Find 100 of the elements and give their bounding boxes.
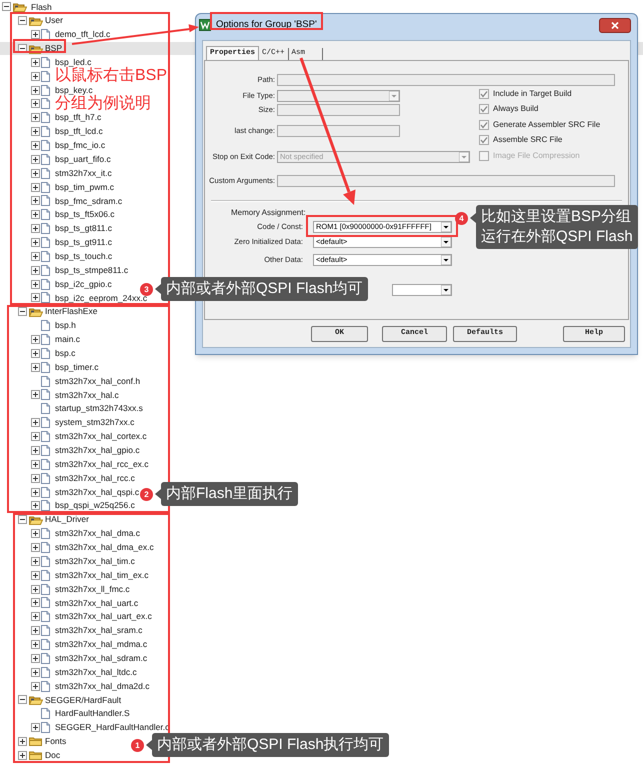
- expand-toggle[interactable]: [31, 348, 40, 358]
- file-name[interactable]: stm32h7xx_hal_sdram.c: [55, 652, 148, 665]
- expand-toggle[interactable]: [31, 210, 40, 220]
- collapse-toggle[interactable]: [18, 695, 27, 704]
- file-name[interactable]: bsp.h: [55, 319, 76, 332]
- file-name[interactable]: stm32h7xx_hal_conf.h: [55, 374, 140, 388]
- expand-toggle[interactable]: [31, 30, 40, 40]
- file-name[interactable]: bsp_ts_stmpe811.c: [55, 264, 128, 277]
- expand-toggle[interactable]: [31, 72, 40, 81]
- expand-toggle[interactable]: [31, 598, 40, 608]
- file-name[interactable]: stm32h7xx_it.c: [55, 166, 112, 180]
- file-name[interactable]: stm32h7xx_hal_rcc_ex.c: [55, 458, 149, 471]
- group-label[interactable]: SEGGER/HardFault: [45, 694, 122, 706]
- expand-toggle[interactable]: [31, 446, 40, 455]
- expand-toggle[interactable]: [31, 626, 40, 636]
- group-label[interactable]: BSP: [45, 42, 62, 55]
- expand-toggle[interactable]: [31, 460, 40, 469]
- close-button[interactable]: [599, 18, 631, 32]
- collapse-toggle[interactable]: [18, 515, 27, 524]
- file-name[interactable]: stm32h7xx_hal_sram.c: [55, 624, 142, 637]
- file-name[interactable]: stm32h7xx_hal_cortex.c: [55, 430, 147, 443]
- expand-toggle[interactable]: [31, 154, 40, 164]
- collapse-toggle[interactable]: [18, 44, 27, 53]
- file-name[interactable]: SEGGER_HardFaultHandler.c: [55, 721, 170, 734]
- file-name[interactable]: bsp_fmc_io.c: [55, 139, 106, 152]
- group-label[interactable]: User: [45, 14, 63, 28]
- group-label[interactable]: Fonts: [45, 735, 66, 748]
- expand-toggle[interactable]: [31, 501, 40, 510]
- file-name[interactable]: main.c: [55, 333, 80, 346]
- group-label[interactable]: InterFlashExe: [45, 305, 98, 318]
- text-field[interactable]: [277, 175, 615, 187]
- group-label[interactable]: HAL_Driver: [45, 513, 89, 526]
- file-name[interactable]: stm32h7xx_hal_mdma.c: [55, 638, 148, 651]
- file-name[interactable]: HardFaultHandler.S: [55, 707, 130, 720]
- group-label[interactable]: Doc: [45, 748, 60, 762]
- text-field[interactable]: [277, 104, 400, 116]
- file-name[interactable]: bsp_tim_pwm.c: [55, 180, 114, 194]
- file-name[interactable]: stm32h7xx_ll_fmc.c: [55, 582, 130, 596]
- file-name[interactable]: stm32h7xx_hal_gpio.c: [55, 444, 140, 457]
- checked-checkbox[interactable]: [479, 88, 489, 98]
- expand-toggle[interactable]: [31, 252, 40, 261]
- file-name[interactable]: system_stm32h7xx.c: [55, 416, 134, 430]
- expand-toggle[interactable]: [31, 293, 40, 302]
- expand-toggle[interactable]: [31, 488, 40, 496]
- file-name[interactable]: stm32h7xx_hal_rcc.c: [55, 472, 135, 485]
- expand-toggle[interactable]: [31, 584, 40, 594]
- file-name[interactable]: bsp_i2c_gpio.c: [55, 278, 112, 290]
- file-name[interactable]: bsp.c: [55, 347, 76, 360]
- expand-toggle[interactable]: [31, 113, 40, 122]
- file-name[interactable]: bsp_fmc_sdram.c: [55, 194, 122, 208]
- expand-toggle[interactable]: [31, 224, 40, 234]
- expand-toggle[interactable]: [31, 266, 40, 275]
- expand-toggle[interactable]: [31, 168, 40, 178]
- expand-toggle[interactable]: [31, 127, 40, 136]
- expand-toggle[interactable]: [31, 362, 40, 372]
- collapse-toggle[interactable]: [2, 2, 11, 12]
- expand-toggle[interactable]: [31, 542, 40, 552]
- expand-toggle[interactable]: [31, 529, 40, 538]
- expand-toggle[interactable]: [31, 723, 40, 732]
- expand-toggle[interactable]: [31, 668, 40, 677]
- collapse-toggle[interactable]: [18, 16, 27, 26]
- file-name[interactable]: stm32h7xx_hal_uart_ex.c: [55, 610, 152, 624]
- file-name[interactable]: stm32h7xx_hal_uart.c: [55, 596, 138, 610]
- checked-checkbox[interactable]: [479, 104, 489, 114]
- expand-toggle[interactable]: [31, 86, 40, 95]
- file-name[interactable]: bsp_tft_lcd.c: [55, 125, 103, 138]
- file-name[interactable]: bsp_ts_touch.c: [55, 250, 112, 263]
- expand-toggle[interactable]: [31, 418, 40, 428]
- file-name[interactable]: bsp_ts_gt911.c: [55, 236, 112, 249]
- expand-toggle[interactable]: [31, 141, 40, 150]
- expand-toggle[interactable]: [31, 58, 40, 67]
- dropdown[interactable]: [277, 90, 400, 102]
- file-name[interactable]: stm32h7xx_hal_ltdc.c: [55, 666, 137, 679]
- expand-toggle[interactable]: [31, 99, 40, 108]
- file-name[interactable]: bsp_uart_fifo.c: [55, 153, 111, 166]
- expand-toggle[interactable]: [31, 238, 40, 248]
- expand-toggle[interactable]: [31, 335, 40, 344]
- file-name[interactable]: startup_stm32h743xx.s: [55, 402, 143, 416]
- checked-checkbox[interactable]: [479, 120, 489, 130]
- file-name[interactable]: stm32h7xx_hal_tim_ex.c: [55, 568, 149, 582]
- expand-toggle[interactable]: [31, 390, 40, 400]
- file-name[interactable]: stm32h7xx_hal_dma_ex.c: [55, 541, 154, 554]
- expand-toggle[interactable]: [31, 474, 40, 483]
- expand-toggle[interactable]: [31, 556, 40, 566]
- expand-toggle[interactable]: [18, 736, 27, 746]
- expand-toggle[interactable]: [18, 750, 27, 760]
- file-name[interactable]: stm32h7xx_hal_dma.c: [55, 527, 140, 540]
- checked-checkbox[interactable]: [479, 135, 489, 145]
- file-name[interactable]: stm32h7xx_hal.c: [55, 388, 119, 402]
- expand-toggle[interactable]: [31, 682, 40, 691]
- file-name[interactable]: bsp_timer.c: [55, 360, 98, 374]
- file-name[interactable]: stm32h7xx_hal_tim.c: [55, 554, 135, 568]
- collapse-toggle[interactable]: [18, 307, 27, 316]
- file-name[interactable]: bsp_ts_gt811.c: [55, 222, 112, 236]
- file-name[interactable]: demo_tft_lcd.c: [55, 28, 110, 42]
- expand-toggle[interactable]: [31, 182, 40, 192]
- expand-toggle[interactable]: [31, 196, 40, 206]
- expand-toggle[interactable]: [31, 654, 40, 663]
- text-field[interactable]: [277, 125, 400, 137]
- file-name[interactable]: stm32h7xx_hal_dma2d.c: [55, 680, 150, 692]
